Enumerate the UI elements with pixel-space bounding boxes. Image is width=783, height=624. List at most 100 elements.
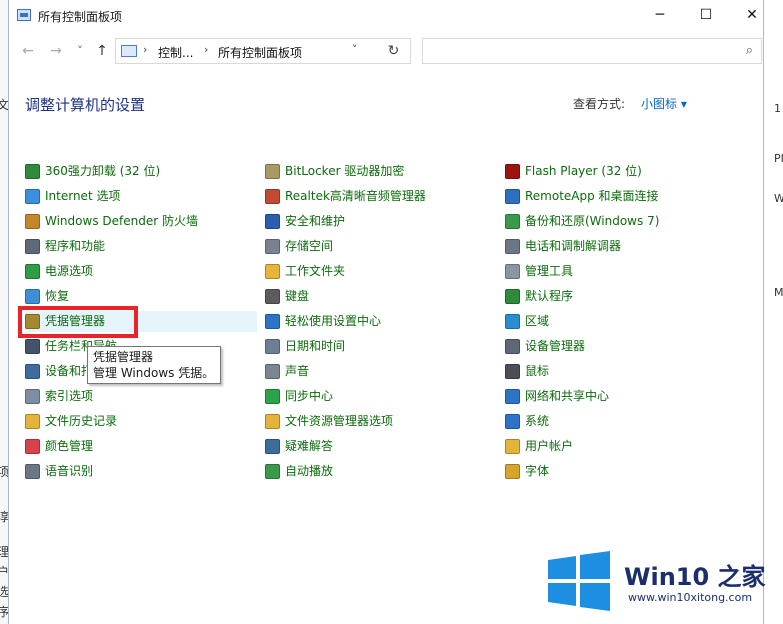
refresh-icon[interactable]: ↻ [377, 38, 411, 64]
control-panel-item[interactable]: 语音识别 [25, 461, 245, 482]
control-panel-item-label: 同步中心 [285, 389, 334, 403]
control-panel-item-label: 程序和功能 [45, 239, 106, 253]
chevron-down-icon[interactable]: ˅ [352, 43, 358, 56]
back-arrow-icon[interactable]: ← [17, 41, 39, 61]
color-icon [25, 439, 40, 454]
control-panel-item[interactable]: 疑难解答 [265, 436, 485, 457]
control-panel-item[interactable]: 网络和共享中心 [505, 386, 725, 407]
highlight-annotation [18, 306, 138, 338]
control-panel-item[interactable]: 存储空间 [265, 236, 485, 257]
search-box[interactable]: ⌕ [422, 38, 762, 64]
background-page-right: 1 PI W M [764, 0, 783, 624]
control-panel-item-label: 日期和时间 [285, 339, 346, 353]
control-panel-folder-icon [121, 45, 137, 57]
up-arrow-icon[interactable]: ↑ [91, 41, 113, 61]
control-panel-item[interactable]: Realtek高清晰音频管理器 [265, 186, 485, 207]
control-panel-item[interactable]: RemoteApp 和桌面连接 [505, 186, 725, 207]
control-panel-item-label: 轻松使用设置中心 [285, 314, 382, 328]
control-panel-item-label: 存储空间 [285, 239, 334, 253]
control-panel-item-label: 索引选项 [45, 389, 94, 403]
recent-locations-icon[interactable]: ˅ [69, 41, 91, 61]
fonts-icon [505, 464, 520, 479]
control-panel-item[interactable]: 360强力卸载 (32 位) [25, 161, 245, 182]
phone-modem-icon [505, 239, 520, 254]
control-panel-item-label: 工作文件夹 [285, 264, 346, 278]
control-panel-item[interactable]: 索引选项 [25, 386, 245, 407]
troubleshoot-icon [265, 439, 280, 454]
address-bar[interactable]: › 控制... › 所有控制面板项 ˅ [115, 38, 411, 64]
control-panel-item-label: 电源选项 [45, 264, 94, 278]
control-panel-item-label: Internet 选项 [45, 189, 121, 203]
control-panel-item[interactable]: 声音 [265, 361, 485, 382]
control-panel-item[interactable]: 字体 [505, 461, 725, 482]
control-panel-item[interactable]: 工作文件夹 [265, 261, 485, 282]
close-button[interactable]: ✕ [729, 0, 775, 30]
control-panel-item-label: Windows Defender 防火墙 [45, 214, 198, 228]
control-panel-item[interactable]: 键盘 [265, 286, 485, 307]
search-icon[interactable]: ⌕ [746, 43, 753, 58]
tooltip: 凭据管理器 管理 Windows 凭据。 [87, 346, 221, 384]
control-panel-item[interactable]: 轻松使用设置中心 [265, 311, 485, 332]
control-panel-item-label: 声音 [285, 364, 310, 378]
control-panel-item-label: 颜色管理 [45, 439, 94, 453]
control-panel-item-label: 字体 [525, 464, 550, 478]
forward-arrow-icon[interactable]: → [45, 41, 67, 61]
storage-icon [265, 239, 280, 254]
control-panel-item[interactable]: 电源选项 [25, 261, 245, 282]
file-history-icon [25, 414, 40, 429]
control-panel-item-label: 360强力卸载 (32 位) [45, 164, 161, 178]
breadcrumb-separator-icon: › [204, 43, 209, 56]
control-panel-item[interactable]: Flash Player (32 位) [505, 161, 725, 182]
control-panel-item[interactable]: 颜色管理 [25, 436, 245, 457]
control-panel-item[interactable]: 日期和时间 [265, 336, 485, 357]
control-panel-item[interactable]: 区域 [505, 311, 725, 332]
search-input[interactable] [429, 43, 733, 61]
keyboard-icon [265, 289, 280, 304]
control-panel-item[interactable]: Windows Defender 防火墙 [25, 211, 245, 232]
control-panel-item[interactable]: 恢复 [25, 286, 245, 307]
page-title: 调整计算机的设置 [25, 96, 146, 114]
security-flag-icon [265, 214, 280, 229]
control-panel-item[interactable]: 默认程序 [505, 286, 725, 307]
control-panel-item[interactable]: 文件历史记录 [25, 411, 245, 432]
control-panel-item[interactable]: 用户帐户 [505, 436, 725, 457]
minimize-button[interactable]: ─ [637, 0, 683, 30]
watermark-url: www.win10xitong.com [628, 591, 753, 604]
control-panel-item[interactable]: BitLocker 驱动器加密 [265, 161, 485, 182]
view-by-dropdown[interactable]: 小图标 ▾ [641, 95, 687, 112]
breadcrumb-item[interactable]: 控制... [158, 44, 193, 61]
flash-icon [505, 164, 520, 179]
control-panel-item-label: 键盘 [285, 289, 310, 303]
control-panel-item[interactable]: 系统 [505, 411, 725, 432]
control-panel-item[interactable]: 电话和调制解调器 [505, 236, 725, 257]
tooltip-title: 凭据管理器 [93, 350, 154, 364]
control-panel-item[interactable]: 程序和功能 [25, 236, 245, 257]
control-panel-item[interactable]: 自动播放 [265, 461, 485, 482]
control-panel-item[interactable]: 同步中心 [265, 386, 485, 407]
firewall-icon [25, 214, 40, 229]
window-title: 所有控制面板项 [38, 10, 123, 24]
maximize-button[interactable]: ☐ [683, 0, 729, 30]
windows-logo-icon [548, 551, 610, 611]
control-panel-item-label: BitLocker 驱动器加密 [285, 164, 405, 178]
control-panel-item-label: 管理工具 [525, 264, 574, 278]
control-panel-item[interactable]: 文件资源管理器选项 [265, 411, 485, 432]
control-panel-item-label: 恢复 [45, 289, 70, 303]
control-panel-icon [17, 9, 31, 21]
device-manager-icon [505, 339, 520, 354]
recovery-icon [25, 289, 40, 304]
control-panel-item[interactable]: 安全和维护 [265, 211, 485, 232]
control-panel-item[interactable]: 备份和还原(Windows 7) [505, 211, 725, 232]
control-panel-item[interactable]: 设备管理器 [505, 336, 725, 357]
control-panel-item-label: Realtek高清晰音频管理器 [285, 189, 426, 203]
control-panel-item[interactable]: 管理工具 [505, 261, 725, 282]
user-accounts-icon [505, 439, 520, 454]
region-icon [505, 314, 520, 329]
breadcrumb-item[interactable]: 所有控制面板项 [218, 44, 302, 61]
control-panel-item[interactable]: Internet 选项 [25, 186, 245, 207]
control-panel-item-label: 文件资源管理器选项 [285, 414, 394, 428]
bitlocker-icon [265, 164, 280, 179]
control-panel-item-label: 语音识别 [45, 464, 94, 478]
title-bar[interactable]: 所有控制面板项 ─ ☐ ✕ [9, 0, 763, 32]
control-panel-item[interactable]: 鼠标 [505, 361, 725, 382]
